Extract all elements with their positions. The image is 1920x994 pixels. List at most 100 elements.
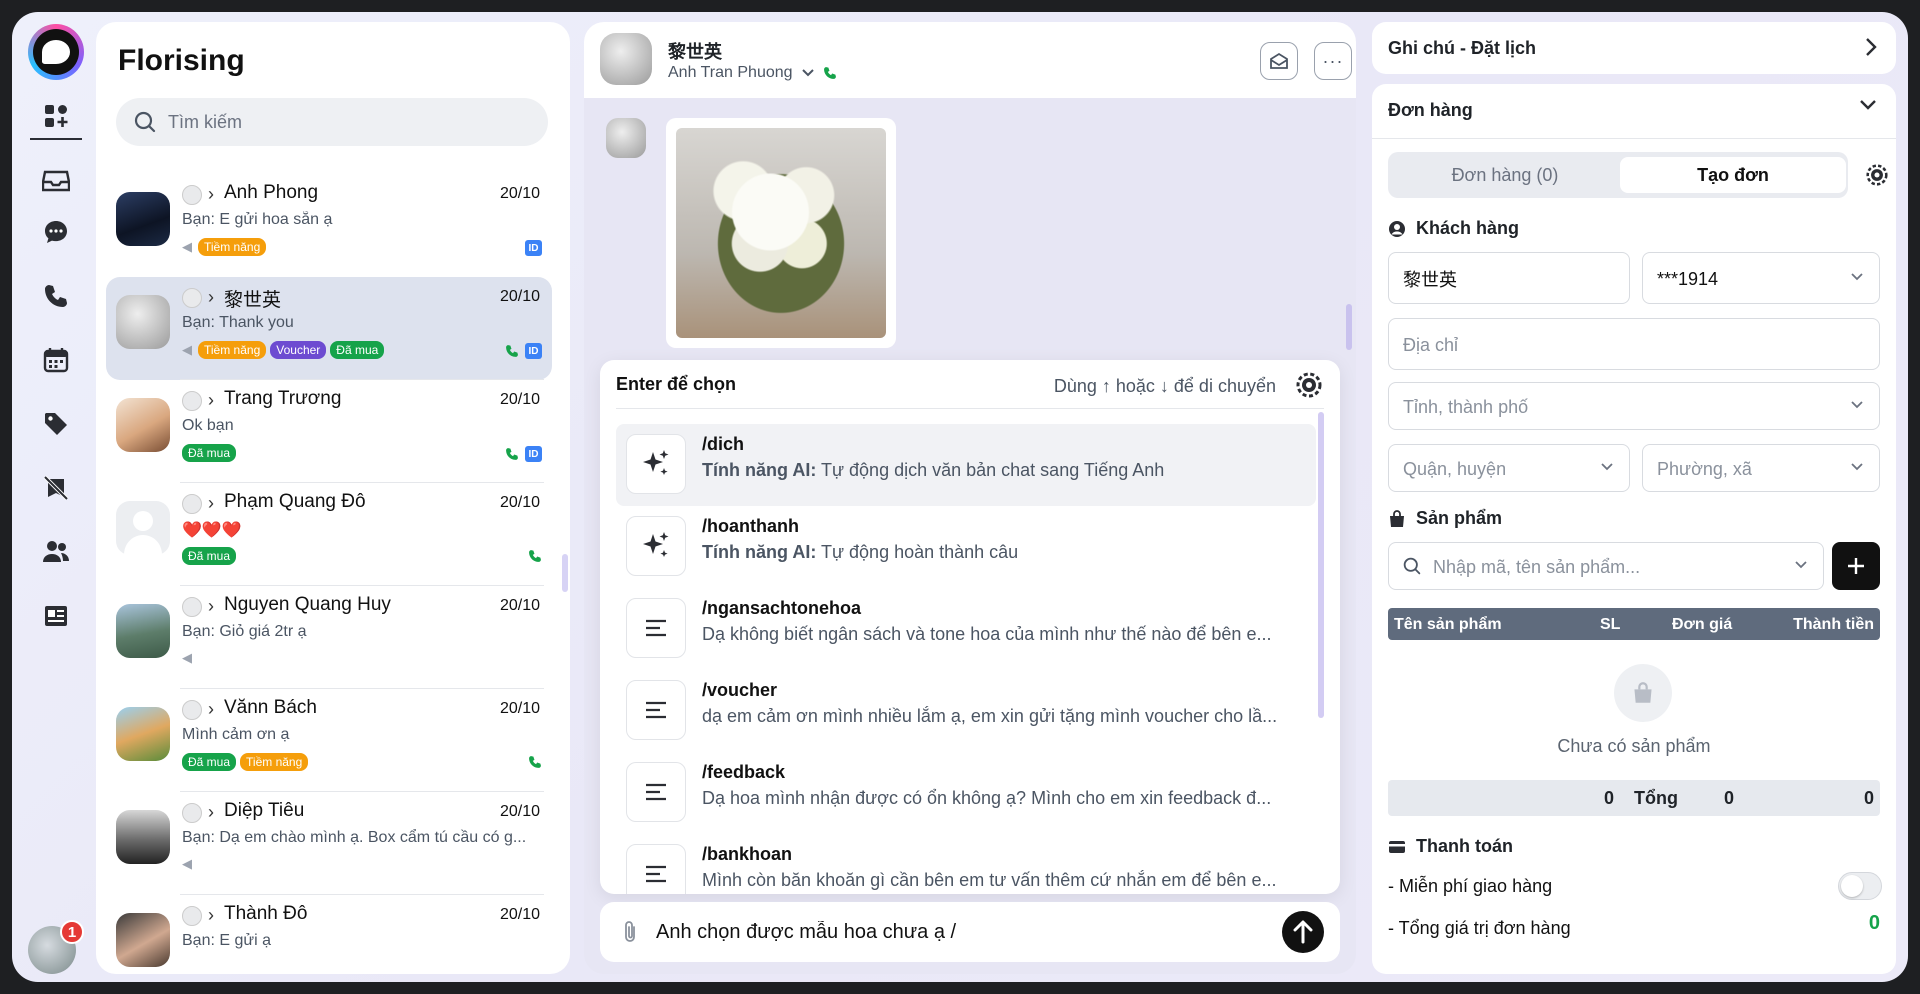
quick-reply-item[interactable]: /bankhoan Mình còn băn khoăn gì cần bên … [616,834,1316,894]
chevron-down-icon [1851,401,1863,409]
conversation-preview: ❤️❤️❤️ [182,522,242,539]
chevron-right-icon: › [208,905,214,925]
plus-icon [1848,558,1864,574]
quick-reply-item[interactable]: /voucher dạ em cảm ơn mình nhiều lắm ạ, … [616,670,1316,752]
search-input[interactable] [168,111,528,133]
search-icon [1403,557,1421,575]
add-product-button[interactable] [1832,542,1880,590]
phone-icon [506,345,518,357]
quick-reply-scrollbar[interactable] [1318,412,1324,718]
tab-orders[interactable]: Đơn hàng (0) [1392,157,1618,193]
inbox-icon[interactable] [36,160,76,200]
text-lines-icon [626,680,686,740]
district-select[interactable] [1388,444,1630,492]
search-icon [134,111,156,133]
chevron-down-icon[interactable] [1858,98,1878,112]
quick-reply-item[interactable]: /ngansachtonehoa Dạ không biết ngân sách… [616,588,1316,670]
conversation-name: Anh Phong [224,182,319,203]
chevron-right-icon: › [208,596,214,616]
product-table-header: Tên sản phẩm SL Đơn giá Thành tiền [1388,608,1880,640]
conversation-item[interactable]: › Vănn Bách 20/10 Mình cảm ơn ạ Đã mua Ti… [106,688,552,792]
tag-icon[interactable] [36,404,76,444]
apps-add-icon[interactable] [36,96,76,136]
address-input[interactable] [1403,333,1843,357]
tab-create-order[interactable]: Tạo đơn [1620,157,1846,193]
quick-reply-item[interactable]: /hoanthanh Tính năng AI: Tự động hoàn th… [616,506,1316,588]
user-circle-icon [1389,220,1405,237]
app-logo[interactable] [28,24,84,80]
quick-reply-popup: Enter để chọn Dùng ↑ hoặc ↓ để di chuyển… [600,360,1340,894]
mark-unread-button[interactable] [1260,42,1298,80]
text-lines-icon [626,762,686,822]
city-select[interactable] [1388,382,1880,430]
news-icon[interactable] [36,596,76,636]
chat-icon[interactable] [36,212,76,252]
order-value-label: - Tổng giá trị đơn hàng [1388,918,1571,938]
column-header: Thành tiền [1793,616,1874,633]
chevron-down-icon [1851,463,1863,471]
quick-reply-title: Enter để chọn [616,374,737,394]
quick-reply-command: /voucher [702,680,778,700]
flower-bouquet-image [676,128,886,338]
conversation-item[interactable]: › Phạm Quang Đô 20/10 ❤️❤️❤️ Đã mua [106,482,552,586]
app-window: 1 Florising › Anh Phong 20/10 Bạn: E gửi… [12,12,1908,982]
conversation-item[interactable]: › Diệp Tiêu 20/10 Bạn: Dạ em chào mình ạ… [106,791,552,895]
product-search-field[interactable] [1388,542,1824,590]
total-label: Tổng [1634,788,1678,808]
more-options-button[interactable]: ··· [1314,42,1352,80]
customer-phone-input[interactable] [1657,267,1843,291]
conversation-date: 20/10 [499,803,540,820]
tag: Tiềm năng [198,238,267,256]
calendar-icon[interactable] [36,340,76,380]
address-field[interactable] [1388,318,1880,370]
text-lines-icon [626,598,686,658]
message-input[interactable] [656,916,1256,948]
free-shipping-label: - Miễn phí giao hàng [1388,876,1553,896]
list-scrollbar[interactable] [562,554,568,592]
tag: Đã mua [182,547,237,565]
city-input[interactable] [1403,395,1843,419]
settings-gear-icon[interactable] [1866,164,1888,191]
conversation-item[interactable]: › Nguyen Quang Huy 20/10 Bạn: Giỏ giá 2t… [106,585,552,689]
chevron-down-icon [801,69,814,77]
tag: Tiềm năng [240,753,309,771]
chat-scrollbar[interactable] [1346,304,1352,350]
avatar [116,192,170,246]
quick-reply-item[interactable]: /dich Tính năng AI: Tự động dịch văn bản… [616,424,1316,506]
phone-icon[interactable] [36,276,76,316]
conversation-item[interactable]: › Trang Trương 20/10 Ok bạn Đã mua ID [106,379,552,483]
phone-icon [529,550,541,562]
avatar [116,707,170,761]
quick-reply-list: /dich Tính năng AI: Tự động dịch văn bản… [616,424,1316,894]
search-box[interactable] [116,98,548,146]
conversation-item[interactable]: › 黎世英 20/10 Bạn: Thank you ◀ Tiềm năng V… [106,277,552,380]
free-shipping-toggle[interactable] [1838,872,1882,900]
chat-header: 黎世英 Anh Tran Phuong ··· [584,22,1356,98]
customer-phone-select[interactable] [1642,252,1880,304]
no-ads-icon[interactable] [36,468,76,508]
notes-schedule-card[interactable]: Ghi chú - Đặt lịch [1372,22,1896,74]
customer-name-field[interactable] [1388,252,1630,304]
quick-reply-description: Mình còn băn khoăn gì cần bên em tư vấn … [702,870,1277,890]
chat-panel: 黎世英 Anh Tran Phuong ··· Enter để chọn Dù… [584,22,1356,974]
quick-reply-item[interactable]: /feedback Dạ hoa mình nhận được có ổn kh… [616,752,1316,834]
settings-gear-icon[interactable] [1296,372,1322,403]
column-header: Tên sản phẩm [1394,616,1502,633]
customer-name-input[interactable] [1403,267,1593,291]
ward-select[interactable] [1642,444,1880,492]
order-title: Đơn hàng [1388,100,1473,120]
users-icon[interactable] [36,532,76,572]
product-search-input[interactable] [1433,555,1763,579]
send-button[interactable] [1282,911,1324,953]
district-input[interactable] [1403,457,1593,481]
ward-input[interactable] [1657,457,1843,481]
contact-avatar[interactable] [600,33,652,85]
conversation-preview: Ok bạn [182,417,234,434]
conversation-preview: Bạn: E gửi hoa sẵn ạ [182,211,333,228]
message-image[interactable] [666,118,896,348]
conversation-item[interactable]: › Thành Đô 20/10 Bạn: E gửi ạ [106,894,552,974]
conversation-item[interactable]: › Anh Phong 20/10 Bạn: E gửi hoa sẵn ạ ◀… [106,174,552,277]
reply-icon: ◀ [182,239,192,254]
assignee-selector[interactable]: Anh Tran Phuong [668,64,837,82]
attach-icon[interactable] [620,920,640,944]
